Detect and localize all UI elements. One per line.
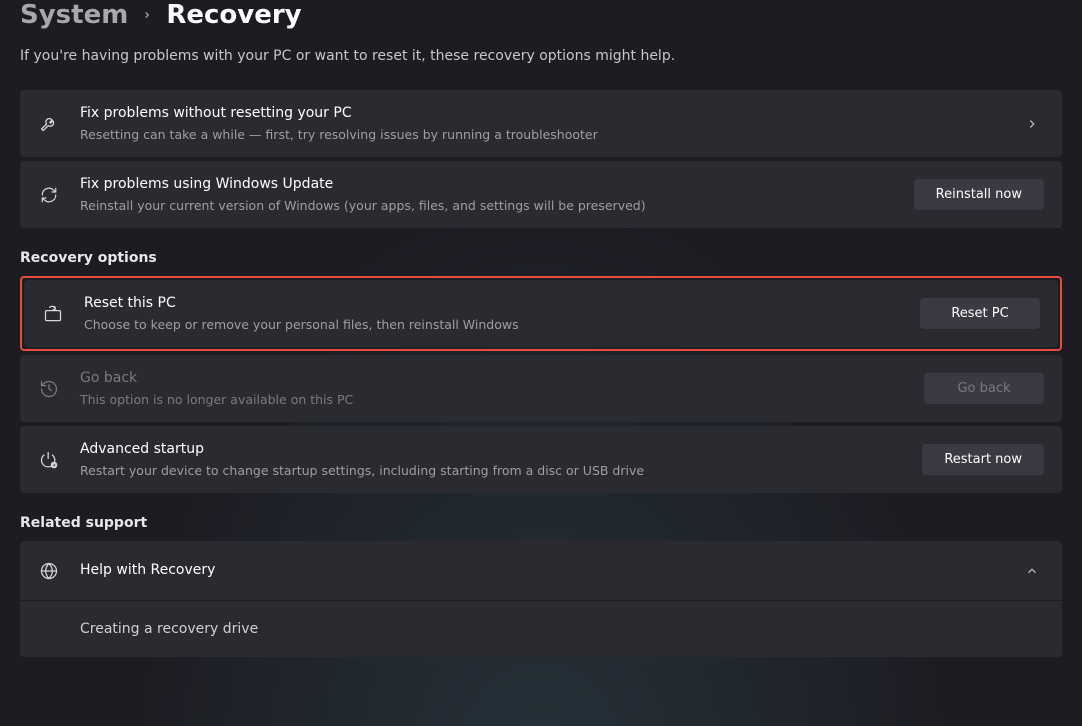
help-with-recovery-card[interactable]: Help with Recovery [20,541,1062,601]
chevron-right-icon [1020,117,1044,131]
breadcrumb-current: Recovery [166,0,301,30]
reinstall-now-button[interactable]: Reinstall now [914,179,1044,210]
fix-problems-card[interactable]: Fix problems without resetting your PC R… [20,90,1062,157]
breadcrumb: System Recovery [20,0,1062,30]
wrench-icon [38,113,60,135]
breadcrumb-parent[interactable]: System [20,0,128,30]
card-subtitle: This option is no longer available on th… [80,391,924,409]
advanced-startup-card: Advanced startup Restart your device to … [20,426,1062,493]
card-subtitle: Reinstall your current version of Window… [80,197,914,215]
card-body: Fix problems using Windows Update Reinst… [80,175,914,214]
recovery-options-heading: Recovery options [20,250,1062,266]
go-back-button: Go back [924,373,1044,404]
windows-update-card: Fix problems using Windows Update Reinst… [20,161,1062,228]
card-body: Go back This option is no longer availab… [80,369,924,408]
power-gear-icon [38,449,60,471]
card-title: Go back [80,369,924,389]
related-support-heading: Related support [20,515,1062,531]
highlight-box: Reset this PC Choose to keep or remove y… [20,276,1062,351]
globe-help-icon [38,560,60,582]
chevron-right-icon [142,10,152,20]
go-back-card: Go back This option is no longer availab… [20,355,1062,422]
card-title: Fix problems without resetting your PC [80,104,1020,124]
reset-pc-button[interactable]: Reset PC [920,298,1040,329]
creating-recovery-drive-link[interactable]: Creating a recovery drive [20,601,1062,657]
reset-pc-card: Reset this PC Choose to keep or remove y… [24,280,1058,347]
card-body: Advanced startup Restart your device to … [80,440,922,479]
reset-pc-icon [42,303,64,325]
card-title: Reset this PC [84,294,920,314]
card-title: Advanced startup [80,440,922,460]
card-body: Fix problems without resetting your PC R… [80,104,1020,143]
card-title: Help with Recovery [80,561,1020,581]
card-title: Fix problems using Windows Update [80,175,914,195]
history-icon [38,378,60,400]
restart-now-button[interactable]: Restart now [922,444,1044,475]
card-subtitle: Resetting can take a while — first, try … [80,126,1020,144]
refresh-icon [38,184,60,206]
card-subtitle: Choose to keep or remove your personal f… [84,316,920,334]
card-subtitle: Restart your device to change startup se… [80,462,922,480]
page-description: If you're having problems with your PC o… [20,48,1062,64]
card-body: Reset this PC Choose to keep or remove y… [84,294,920,333]
chevron-up-icon[interactable] [1020,564,1044,578]
card-body: Help with Recovery [80,561,1020,581]
